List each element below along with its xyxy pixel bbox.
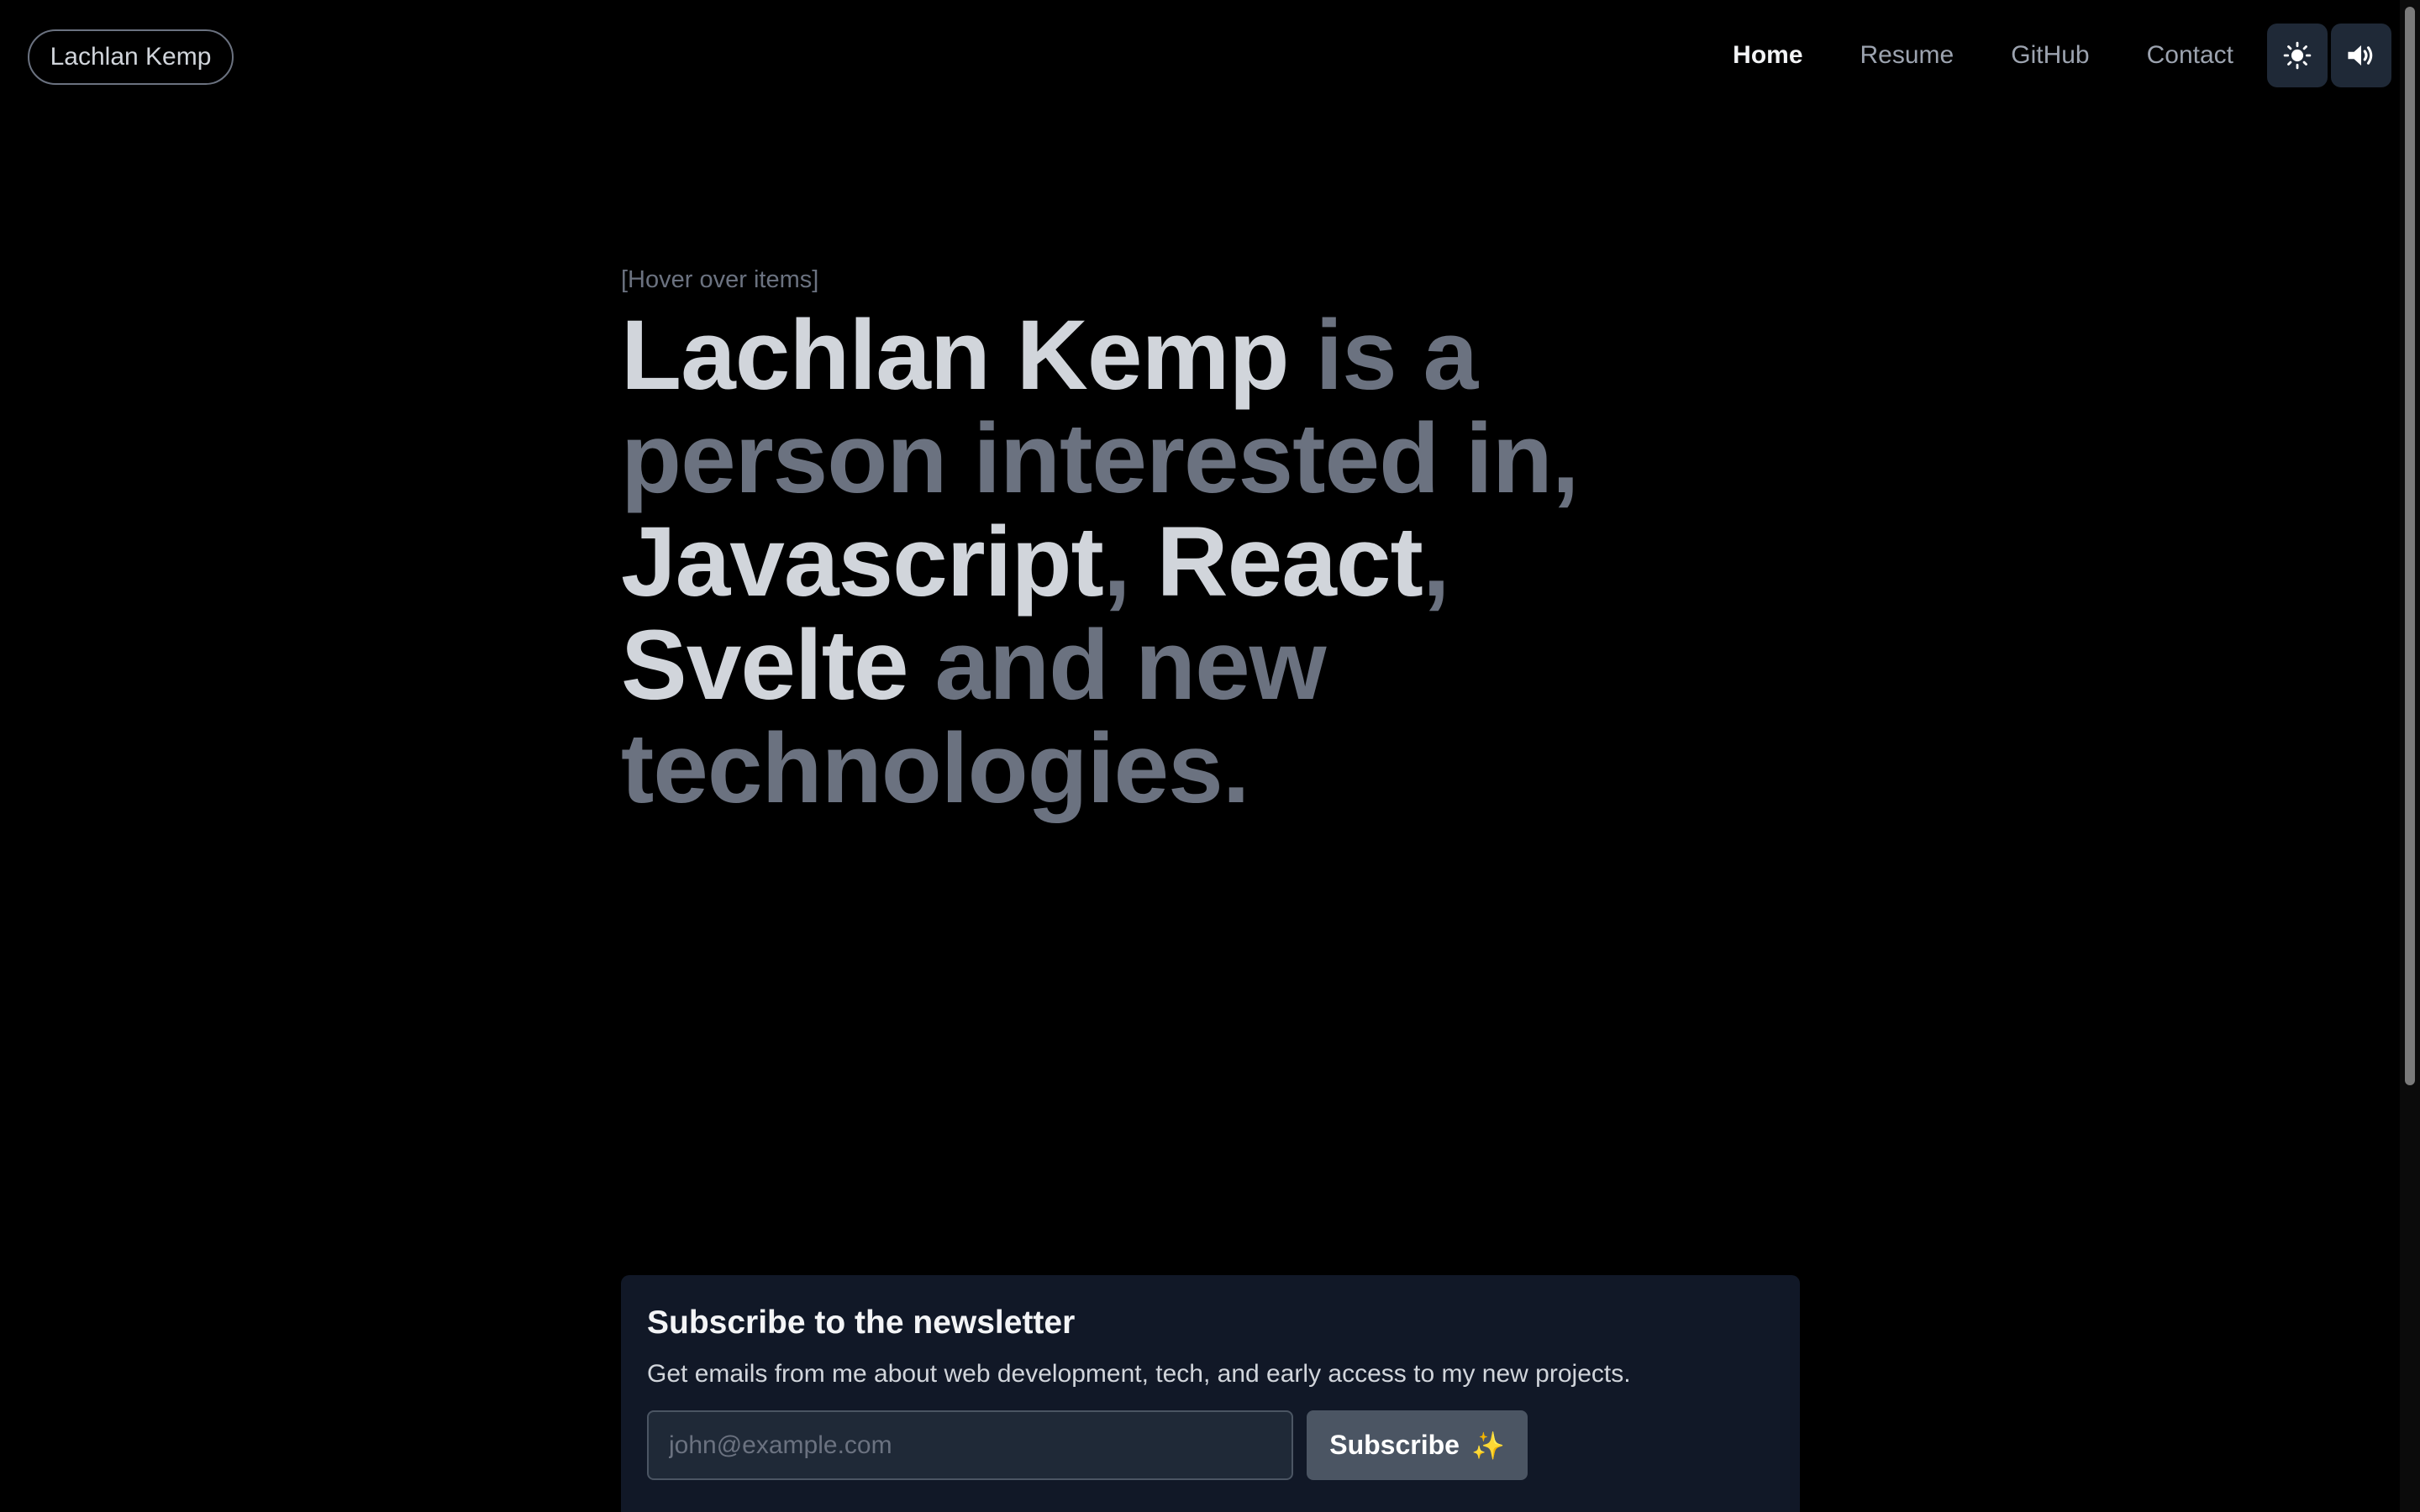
logo-pill[interactable]: Lachlan Kemp bbox=[28, 29, 234, 85]
sound-toggle-button[interactable] bbox=[2331, 24, 2391, 87]
interest-javascript[interactable]: Javascript bbox=[621, 507, 1104, 617]
hero-name[interactable]: Lachlan Kemp bbox=[621, 300, 1290, 411]
main-nav: Home Resume GitHub Contact bbox=[1733, 24, 2391, 87]
scrollbar-thumb[interactable] bbox=[2405, 7, 2415, 1085]
scrollbar-track[interactable] bbox=[2400, 0, 2420, 1512]
subscribe-button[interactable]: Subscribe ✨ bbox=[1307, 1410, 1528, 1480]
theme-toggle-button[interactable] bbox=[2267, 24, 2328, 87]
newsletter-card: Subscribe to the newsletter Get emails f… bbox=[621, 1275, 1800, 1512]
email-input[interactable] bbox=[647, 1410, 1293, 1480]
hero-heading: Lachlan Kemp is a person interested in, … bbox=[621, 304, 1713, 821]
newsletter-description: Get emails from me about web development… bbox=[647, 1360, 1631, 1388]
hero-separator: , bbox=[1422, 507, 1450, 617]
newsletter-form: Subscribe ✨ bbox=[647, 1410, 1774, 1480]
subscribe-button-label: Subscribe bbox=[1329, 1430, 1460, 1460]
interest-react[interactable]: React bbox=[1156, 507, 1423, 617]
nav-github[interactable]: GitHub bbox=[2011, 24, 2089, 87]
interest-svelte[interactable]: Svelte bbox=[621, 610, 909, 721]
nav-resume[interactable]: Resume bbox=[1860, 24, 1954, 87]
sun-icon bbox=[2283, 41, 2312, 70]
sparkles-icon: ✨ bbox=[1470, 1430, 1505, 1461]
speaker-icon bbox=[2348, 45, 2373, 66]
page: Lachlan Kemp Home Resume GitHub Contact bbox=[0, 0, 2420, 1512]
nav-home[interactable]: Home bbox=[1733, 24, 1802, 87]
nav-contact[interactable]: Contact bbox=[2147, 24, 2233, 87]
hover-hint: [Hover over items] bbox=[621, 266, 819, 293]
newsletter-title: Subscribe to the newsletter bbox=[647, 1305, 1076, 1341]
hero-separator: , bbox=[1102, 507, 1157, 617]
